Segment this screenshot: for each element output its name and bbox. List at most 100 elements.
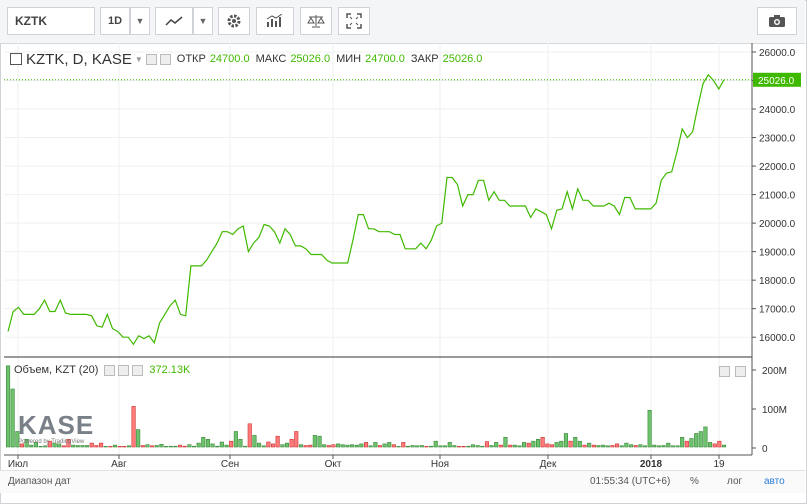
volume-bar — [136, 429, 141, 448]
volume-bar — [601, 444, 606, 448]
volume-bar — [387, 442, 392, 448]
volume-bar — [647, 409, 652, 448]
volume-bar — [178, 444, 183, 448]
volume-bar — [168, 445, 173, 448]
chevron-down-icon[interactable]: ▼ — [135, 55, 143, 64]
price-series-line — [7, 73, 725, 346]
volume-bar — [229, 440, 234, 448]
volume-bar — [475, 445, 480, 448]
volume-bar — [438, 445, 443, 448]
close-label: ЗАКР — [410, 53, 439, 65]
powered-by-text: Powered by TradingView — [18, 439, 85, 445]
volume-bar — [703, 426, 708, 448]
volume-value: 372.13K — [149, 364, 191, 376]
volume-bar — [191, 445, 196, 448]
volume-bar — [498, 444, 503, 448]
close-icon[interactable] — [132, 364, 144, 376]
volume-bar — [340, 444, 345, 448]
volume-bar — [484, 441, 490, 448]
price-tick-label: 18000.0 — [759, 276, 796, 287]
volume-bar — [187, 444, 192, 448]
volume-legend: Объем, KZT (20) 372.13K — [10, 364, 190, 376]
volume-bar — [610, 445, 615, 448]
volume-bar — [359, 443, 364, 448]
volume-bar — [628, 444, 634, 448]
volume-tick-label: 100M — [762, 405, 787, 416]
volume-bar — [6, 365, 11, 448]
auto-toggle[interactable]: авто — [764, 476, 785, 487]
volume-bar — [489, 445, 494, 448]
time-tick-label: Сен — [221, 459, 239, 470]
open-label: ОТКР — [176, 53, 206, 65]
percent-toggle[interactable]: % — [690, 476, 699, 487]
volume-bar — [252, 435, 257, 448]
date-range-button[interactable]: Диапазон дат — [8, 476, 71, 487]
volume-bar — [707, 442, 713, 448]
eye-icon[interactable] — [104, 364, 116, 376]
volume-bar — [280, 444, 285, 448]
volume-bar — [61, 445, 66, 448]
volume-bar — [215, 445, 220, 448]
volume-bar — [694, 433, 699, 448]
volume-bar — [261, 445, 266, 448]
volume-bar — [717, 440, 722, 448]
volume-bar — [224, 444, 229, 448]
volume-bar — [554, 442, 559, 448]
volume-bar — [587, 442, 592, 448]
volume-bar — [154, 445, 159, 448]
volume-bar — [624, 442, 629, 448]
volume-bar — [349, 444, 355, 448]
volume-bar — [294, 431, 299, 448]
eye-icon[interactable] — [145, 53, 157, 65]
volume-bar — [494, 442, 499, 448]
volume-bar — [545, 443, 550, 448]
collapse-icon[interactable] — [10, 53, 22, 65]
volume-bar — [182, 445, 187, 448]
volume-bar — [666, 442, 671, 448]
volume-bar — [303, 445, 308, 448]
volume-bar — [396, 446, 401, 448]
settings-icon[interactable] — [159, 53, 171, 65]
volume-bar — [447, 442, 452, 448]
volume-bar — [429, 445, 434, 448]
time-tick-label: Ноя — [431, 459, 449, 470]
price-tick-label: 19000.0 — [759, 248, 796, 259]
volume-bar — [377, 445, 383, 448]
volume-bar — [354, 444, 359, 448]
volume-bar — [535, 438, 541, 448]
volume-bar — [642, 445, 648, 448]
price-chart[interactable]: 26000.025000.024000.023000.022000.021000… — [0, 0, 807, 504]
volume-bar — [415, 445, 420, 448]
maximize-pane-icon[interactable] — [735, 366, 746, 377]
volume-bar — [549, 444, 555, 448]
volume-bar — [298, 444, 304, 448]
volume-bar — [721, 444, 727, 448]
volume-bar — [126, 445, 131, 448]
volume-bar — [452, 445, 457, 448]
volume-bar — [531, 440, 536, 448]
volume-bar — [614, 443, 620, 448]
volume-bar — [689, 438, 694, 448]
volume-bar — [517, 445, 522, 448]
volume-bar — [573, 436, 578, 448]
volume-bar — [210, 443, 215, 448]
volume-bar — [652, 444, 657, 448]
low-value: 24700.0 — [365, 53, 405, 65]
volume-bar — [605, 445, 610, 448]
settings-icon[interactable] — [118, 364, 130, 376]
volume-bar — [466, 445, 471, 448]
svg-text:25026.0: 25026.0 — [758, 76, 795, 87]
move-up-icon[interactable] — [719, 366, 730, 377]
volume-bar — [331, 444, 336, 448]
volume-bar — [577, 440, 582, 448]
volume-bar — [638, 444, 643, 448]
volume-bar — [289, 438, 294, 448]
log-toggle[interactable]: лог — [727, 476, 742, 487]
volume-bar — [122, 446, 127, 448]
high-label: МАКС — [255, 53, 287, 65]
volume-bar — [712, 443, 717, 448]
volume-bar — [382, 443, 387, 448]
volume-label: Объем, KZT (20) — [14, 364, 99, 376]
volume-bar — [103, 446, 108, 448]
time-tick-label: Окт — [325, 459, 342, 470]
